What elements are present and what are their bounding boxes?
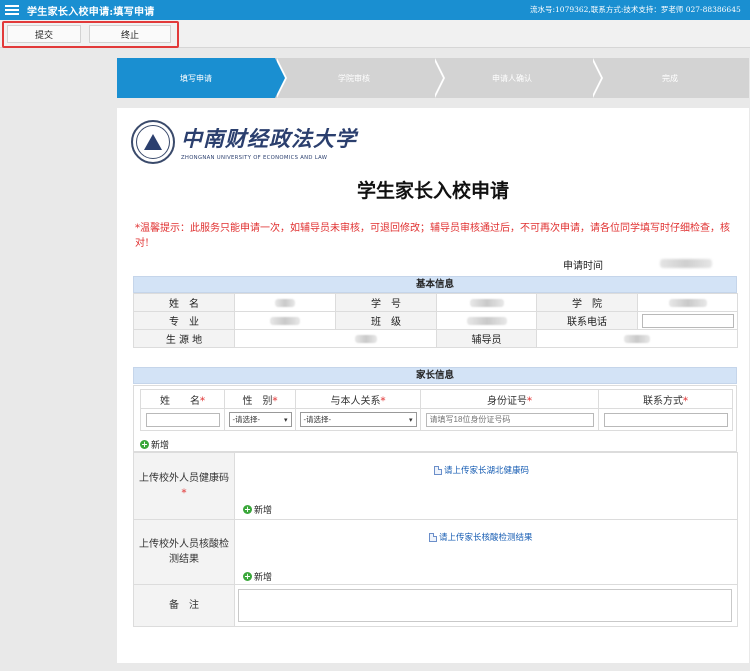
university-seal-icon [131, 120, 175, 164]
menu-icon[interactable] [5, 5, 19, 15]
college-value-redacted [637, 293, 738, 312]
phone-label: 联系电话 [536, 311, 638, 330]
name-label: 姓 名 [133, 293, 235, 312]
university-logo: 中南财经政法大学 ZHONGNAN UNIVERSITY OF ECONOMIC… [131, 120, 357, 164]
upload-table: 上传校外人员健康码* 请上传家长湖北健康码 + 新增 上传校外人员核酸检测结果 请… [133, 452, 738, 627]
submit-button[interactable]: 提交 [7, 25, 81, 43]
university-name-cn: 中南财经政法大学 [181, 126, 357, 151]
step-fill-application: 填写申请 [117, 58, 287, 98]
university-name-en: ZHONGNAN UNIVERSITY OF ECONOMICS AND LAW [181, 155, 328, 161]
add-nucleic-test-button[interactable]: + 新增 [243, 570, 272, 583]
file-icon [429, 532, 437, 542]
plus-circle-icon: + [243, 504, 252, 514]
step-label: 填写申请 [180, 73, 212, 83]
step-college-review: 学院审核 [275, 58, 445, 98]
plus-circle-icon: + [243, 571, 252, 581]
remark-cell [234, 584, 738, 627]
col-contact: 联系方式* [598, 389, 733, 409]
step-label: 学院审核 [338, 73, 370, 83]
remark-textarea[interactable] [238, 589, 732, 622]
phone-input[interactable] [641, 313, 734, 328]
id-number-input[interactable] [425, 412, 594, 427]
chevron-down-icon: ▾ [283, 415, 288, 424]
nucleic-test-cell: 请上传家长核酸检测结果 + 新增 [234, 519, 738, 585]
terminate-button[interactable]: 终止 [89, 25, 171, 43]
step-complete: 完成 [591, 58, 749, 98]
class-label: 班 级 [335, 311, 437, 330]
col-gender: 性 别* [224, 389, 296, 409]
warm-notice: *温馨提示：此服务只能申请一次，如辅导员未审核，可退回修改；辅导员审核通过后，不… [135, 223, 730, 249]
workflow-steps: 填写申请 学院审核 申请人确认 完成 [117, 58, 749, 98]
add-parent-button[interactable]: + 新增 [140, 438, 169, 451]
upload-health-code-link[interactable]: 请上传家长湖北健康码 [434, 464, 529, 476]
contact-input[interactable] [603, 412, 728, 427]
student-id-value-redacted [436, 293, 537, 312]
health-code-cell: 请上传家长湖北健康码 + 新增 [234, 452, 738, 520]
parent-info-table: 姓 名* 性 别* 与本人关系* 身份证号* 联系方式* -请选择- ▾ -请选择… [140, 389, 733, 431]
counselor-label: 辅导员 [436, 329, 537, 348]
step-applicant-confirm: 申请人确认 [433, 58, 603, 98]
app-header-bar: 学生家长入校申请:填写申请 流水号:1079362,联系方式:技术支持：罗老师 … [0, 0, 750, 20]
col-relation: 与本人关系* [295, 389, 421, 409]
relation-select[interactable]: -请选择- ▾ [299, 412, 417, 427]
col-parent-name: 姓 名* [140, 389, 225, 409]
step-label: 申请人确认 [492, 73, 532, 83]
phone-cell [637, 311, 738, 330]
serial-contact-info: 流水号:1079362,联系方式:技术支持：罗老师 027-88386645 [530, 5, 741, 14]
nucleic-test-label: 上传校外人员核酸检测结果 [133, 519, 235, 585]
college-label: 学 院 [536, 293, 638, 312]
parent-name-input[interactable] [145, 412, 220, 427]
chevron-down-icon: ▾ [408, 415, 413, 424]
file-icon [434, 465, 442, 475]
counselor-value-redacted [536, 329, 738, 348]
page-title: 学生家长入校申请:填写申请 [27, 6, 155, 18]
origin-label: 生 源 地 [133, 329, 235, 348]
gender-select[interactable]: -请选择- ▾ [228, 412, 292, 427]
form-card: 中南财经政法大学 ZHONGNAN UNIVERSITY OF ECONOMIC… [117, 108, 749, 663]
parent-info-section: 姓 名* 性 别* 与本人关系* 身份证号* 联系方式* -请选择- ▾ -请选择… [133, 385, 737, 452]
toolbar: 提交 终止 [0, 20, 750, 48]
add-health-code-button[interactable]: + 新增 [243, 503, 272, 516]
parent-info-header: 家长信息 [133, 367, 737, 384]
remark-label: 备 注 [133, 584, 235, 627]
basic-info-header: 基本信息 [133, 276, 737, 293]
major-value-redacted [234, 311, 336, 330]
apply-time-label: 申请时间 [563, 261, 603, 272]
col-id-number: 身份证号* [420, 389, 599, 409]
apply-time-value-redacted [660, 259, 712, 268]
plus-circle-icon: + [140, 439, 149, 449]
student-id-label: 学 号 [335, 293, 437, 312]
upload-nucleic-test-link[interactable]: 请上传家长核酸检测结果 [429, 531, 533, 543]
form-title: 学生家长入校申请 [356, 180, 509, 202]
step-label: 完成 [662, 73, 678, 83]
class-value-redacted [436, 311, 537, 330]
basic-info-table: 姓 名 学 号 学 院 专 业 班 级 联系电话 生 源 地 辅导员 [133, 293, 738, 348]
health-code-label: 上传校外人员健康码* [133, 452, 235, 520]
major-label: 专 业 [133, 311, 235, 330]
name-value-redacted [234, 293, 336, 312]
origin-value-redacted [234, 329, 437, 348]
